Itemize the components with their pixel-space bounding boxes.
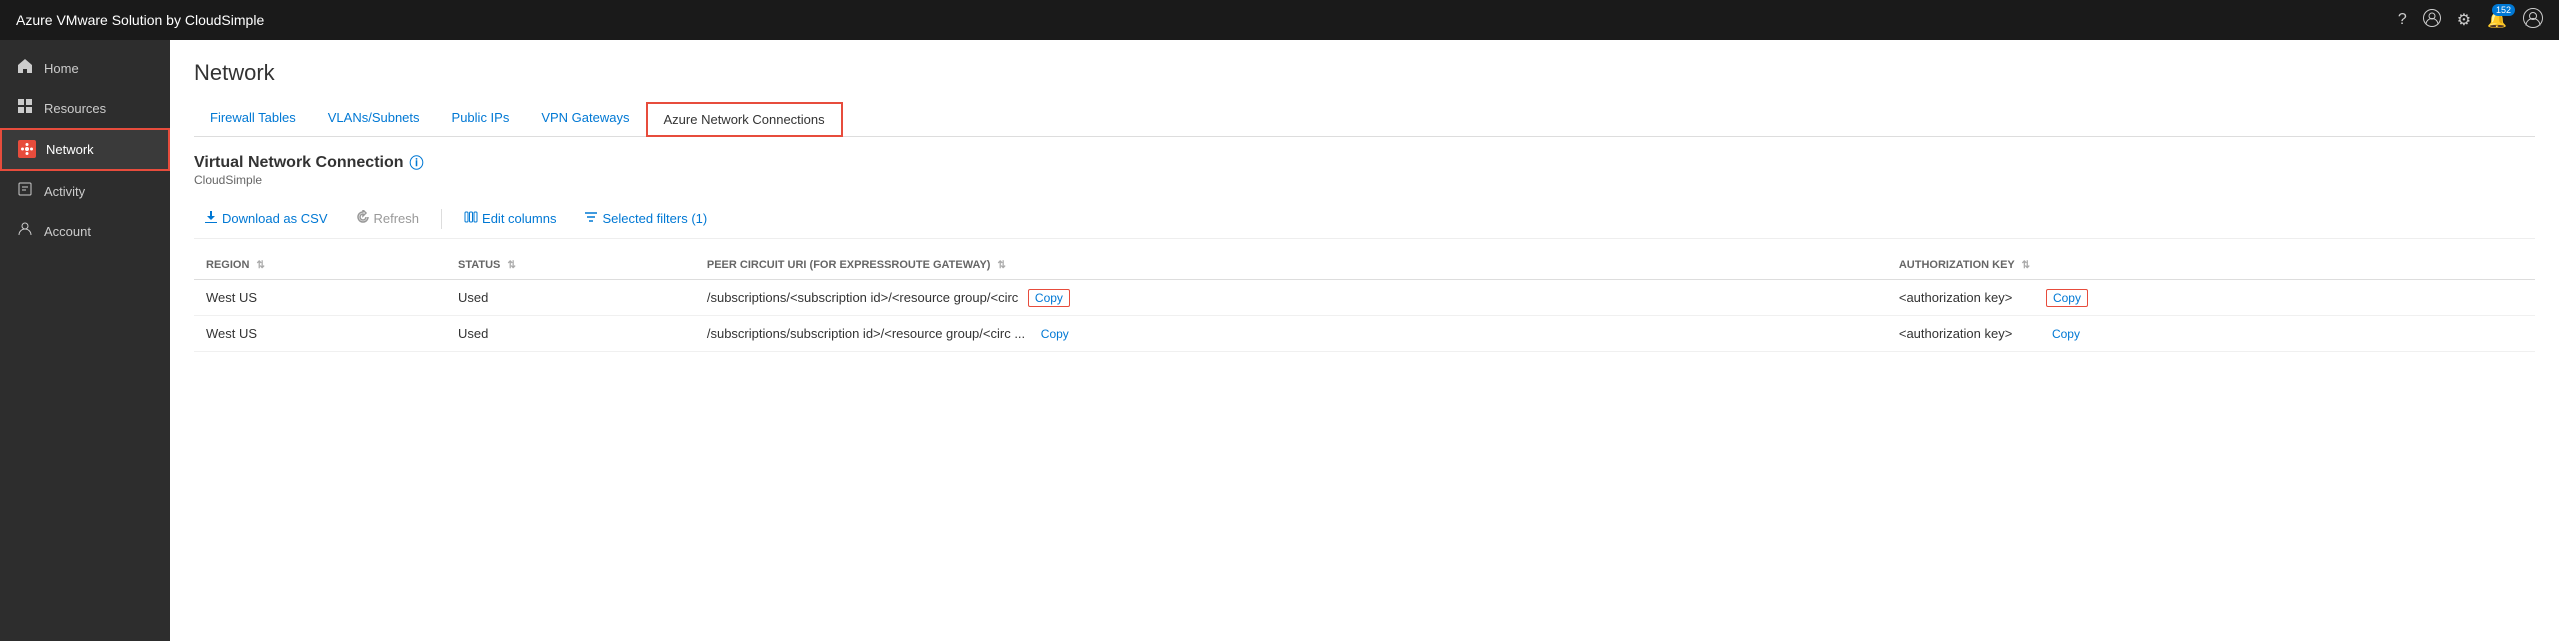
row1-auth-key-copy-button[interactable]: Copy (2046, 289, 2088, 307)
col-status: STATUS ⇅ (446, 251, 695, 280)
home-icon (16, 58, 34, 78)
row2-status: Used (446, 316, 695, 352)
toolbar: Download as CSV Refresh Edit columns Sel (194, 199, 2535, 239)
refresh-icon (356, 210, 370, 227)
sidebar-item-resources[interactable]: Resources (0, 88, 170, 128)
profile-icon[interactable] (2523, 8, 2543, 33)
col-peer-circuit-uri: PEER CIRCUIT URI (FOR EXPRESSROUTE GATEW… (695, 251, 1887, 280)
settings-icon[interactable]: ⚙ (2457, 10, 2471, 30)
edit-columns-button[interactable]: Edit columns (454, 205, 566, 232)
table-header: REGION ⇅ STATUS ⇅ PEER CIRCUIT URI (FOR … (194, 251, 2535, 280)
page-title: Network (194, 60, 2535, 86)
row2-auth-key-copy-button[interactable]: Copy (2046, 326, 2086, 342)
sidebar-item-network[interactable]: Network (0, 128, 170, 171)
col-auth-key-label: AUTHORIZATION KEY (1899, 259, 2015, 271)
row2-peer-circuit: /subscriptions/subscription id>/<resourc… (695, 316, 1887, 352)
network-icon (18, 140, 36, 159)
col-authorization-key: AUTHORIZATION KEY ⇅ (1887, 251, 2535, 280)
status-sort-icon[interactable]: ⇅ (507, 260, 515, 271)
top-bar: Azure VMware Solution by CloudSimple ? ⚙… (0, 0, 2559, 40)
download-icon (204, 210, 218, 227)
row1-peer-circuit-text: /subscriptions/<subscription id>/<resour… (707, 290, 1018, 305)
sidebar-item-resources-label: Resources (44, 101, 106, 116)
col-region: REGION ⇅ (194, 251, 446, 280)
peer-circuit-sort-icon[interactable]: ⇅ (998, 260, 1006, 271)
row1-status: Used (446, 280, 695, 316)
refresh-label: Refresh (374, 211, 420, 226)
sidebar-item-activity[interactable]: Activity (0, 171, 170, 211)
app-title: Azure VMware Solution by CloudSimple (16, 12, 264, 28)
region-sort-icon[interactable]: ⇅ (256, 260, 264, 271)
tab-vlans-subnets[interactable]: VLANs/Subnets (312, 102, 436, 136)
refresh-button[interactable]: Refresh (346, 205, 430, 232)
resources-icon (16, 98, 34, 118)
table-body: West US Used /subscriptions/<subscriptio… (194, 280, 2535, 352)
edit-columns-label: Edit columns (482, 211, 556, 226)
section-subtitle: CloudSimple (194, 173, 2535, 187)
row1-peer-circuit-copy-button[interactable]: Copy (1028, 289, 1070, 307)
top-bar-icons: ? ⚙ 🔔 152 (2398, 8, 2543, 33)
selected-filters-label: Selected filters (1) (602, 211, 707, 226)
row2-auth-key: <authorization key> Copy (1887, 316, 2535, 352)
sidebar-item-activity-label: Activity (44, 184, 85, 199)
row2-region: West US (194, 316, 446, 352)
tabs-bar: Firewall Tables VLANs/Subnets Public IPs… (194, 102, 2535, 137)
user-circle-icon[interactable] (2423, 9, 2441, 32)
selected-filters-button[interactable]: Selected filters (1) (574, 205, 717, 232)
filter-icon (584, 210, 598, 227)
row1-auth-key-text: <authorization key> (1899, 290, 2012, 305)
row1-peer-circuit: /subscriptions/<subscription id>/<resour… (695, 280, 1887, 316)
tab-firewall-tables[interactable]: Firewall Tables (194, 102, 312, 136)
section-title-row: Virtual Network Connection ⓘ (194, 153, 2535, 173)
row2-auth-key-text: <authorization key> (1899, 326, 2012, 341)
tab-azure-network-connections[interactable]: Azure Network Connections (646, 102, 843, 137)
table-row: West US Used /subscriptions/subscription… (194, 316, 2535, 352)
section-header: Virtual Network Connection ⓘ CloudSimple (194, 153, 2535, 187)
main-layout: Home Resources Network Activity (0, 40, 2559, 641)
download-csv-button[interactable]: Download as CSV (194, 205, 338, 232)
download-csv-label: Download as CSV (222, 211, 328, 226)
row1-region: West US (194, 280, 446, 316)
sidebar-item-home[interactable]: Home (0, 48, 170, 88)
col-region-label: REGION (206, 259, 249, 271)
columns-icon (464, 210, 478, 227)
connections-table: REGION ⇅ STATUS ⇅ PEER CIRCUIT URI (FOR … (194, 251, 2535, 352)
row1-auth-key: <authorization key> Copy (1887, 280, 2535, 316)
notifications-icon[interactable]: 🔔 152 (2487, 10, 2507, 30)
tab-vpn-gateways[interactable]: VPN Gateways (525, 102, 645, 136)
table-row: West US Used /subscriptions/<subscriptio… (194, 280, 2535, 316)
col-peer-circuit-label: PEER CIRCUIT URI (FOR EXPRESSROUTE GATEW… (707, 259, 991, 271)
sidebar: Home Resources Network Activity (0, 40, 170, 641)
sidebar-item-network-label: Network (46, 142, 94, 157)
table-header-row: REGION ⇅ STATUS ⇅ PEER CIRCUIT URI (FOR … (194, 251, 2535, 280)
sidebar-item-account[interactable]: Account (0, 211, 170, 251)
info-icon[interactable]: ⓘ (410, 153, 424, 173)
row2-peer-circuit-text: /subscriptions/subscription id>/<resourc… (707, 326, 1025, 341)
notification-count: 152 (2492, 4, 2515, 16)
activity-icon (16, 181, 34, 201)
sidebar-item-account-label: Account (44, 224, 91, 239)
content-area: Network Firewall Tables VLANs/Subnets Pu… (170, 40, 2559, 641)
help-icon[interactable]: ? (2398, 11, 2407, 29)
col-status-label: STATUS (458, 259, 500, 271)
sidebar-item-home-label: Home (44, 61, 79, 76)
row2-peer-circuit-copy-button[interactable]: Copy (1035, 326, 1075, 342)
toolbar-divider (441, 209, 442, 229)
section-title-text: Virtual Network Connection (194, 154, 404, 172)
account-icon (16, 221, 34, 241)
tab-public-ips[interactable]: Public IPs (436, 102, 526, 136)
auth-key-sort-icon[interactable]: ⇅ (2022, 260, 2030, 271)
